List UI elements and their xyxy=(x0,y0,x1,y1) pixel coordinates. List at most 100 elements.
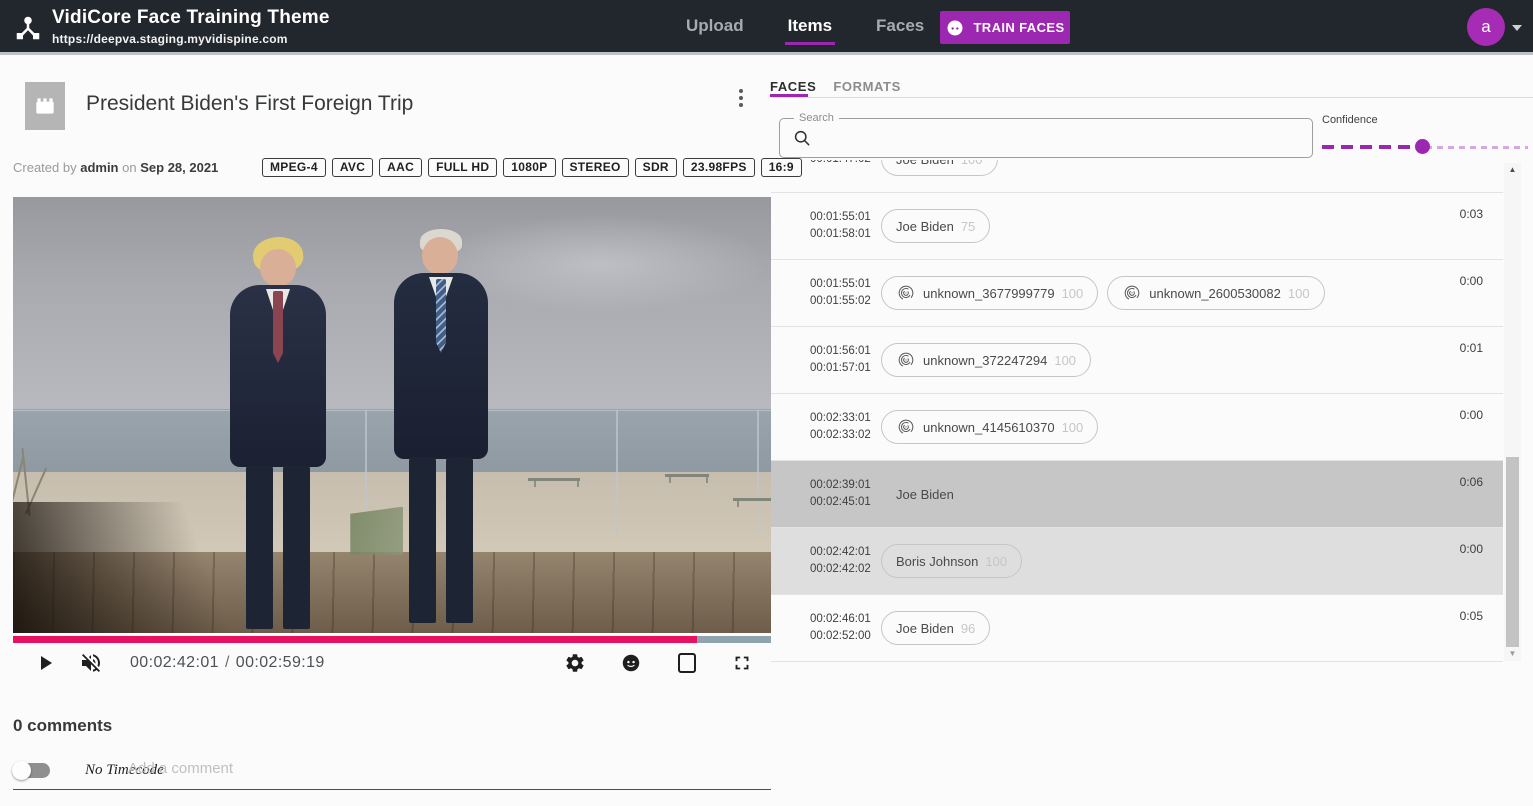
format-badge: STEREO xyxy=(562,158,629,177)
face-detection-row[interactable]: 00:02:39:0100:02:45:01Joe Biden880:06 xyxy=(771,461,1503,527)
fullscreen-button[interactable] xyxy=(725,644,759,682)
mute-button[interactable] xyxy=(74,644,108,682)
face-confidence-score: 75 xyxy=(961,219,975,234)
row-timecodes: 00:01:47:02 xyxy=(810,160,872,168)
list-scrollbar[interactable]: ▲ ▼ xyxy=(1504,163,1521,661)
face-detection-row[interactable]: 00:02:33:0100:02:33:02 unknown_4145610370… xyxy=(771,394,1503,460)
current-time: 00:02:42:01 xyxy=(130,654,219,671)
face-chip[interactable]: unknown_4145610370100 xyxy=(881,410,1098,444)
shadow-overlay xyxy=(13,502,362,633)
video-progress-bar[interactable] xyxy=(13,636,771,643)
face-name: Joe Biden xyxy=(896,219,954,234)
face-confidence-score: 100 xyxy=(961,160,983,167)
face-row-wrap: 00:01:55:0100:01:58:01 Joe Biden 75 0:03 xyxy=(771,193,1503,260)
page-title: President Biden's First Foreign Trip xyxy=(86,92,413,116)
row-duration: 0:00 xyxy=(1460,408,1483,422)
face-name: Joe Biden xyxy=(896,160,954,167)
fullscreen-icon xyxy=(731,652,753,674)
fingerprint-icon xyxy=(896,350,916,370)
app-title: VidiCore Face Training Theme xyxy=(52,7,330,29)
video-player-surface[interactable] xyxy=(13,197,771,633)
face-confidence-score: 100 xyxy=(985,554,1007,569)
face-chips: Joe Biden 100 xyxy=(881,160,998,176)
timecode-out: 00:02:52:00 xyxy=(810,628,872,645)
confidence-slider[interactable] xyxy=(1322,139,1528,155)
tab-faces[interactable]: FACES xyxy=(770,79,816,94)
glass-rail xyxy=(13,410,771,411)
no-timecode-toggle[interactable] xyxy=(14,763,50,778)
face-chip[interactable]: unknown_2600530082100 xyxy=(1107,276,1324,310)
slider-thumb[interactable] xyxy=(1415,139,1430,154)
created-user: admin xyxy=(80,160,118,175)
train-faces-label: TRAIN FACES xyxy=(973,20,1064,35)
face-detection-row[interactable]: 00:02:46:0100:02:52:00Joe Biden960:05 xyxy=(771,595,1503,661)
face-row-wrap: 00:02:39:0100:02:45:01Joe Biden880:06 xyxy=(771,461,1503,528)
search-input[interactable] xyxy=(820,123,1300,153)
total-duration: 00:02:59:19 xyxy=(236,654,325,671)
face-chips: Joe Biden88 xyxy=(881,477,990,511)
bench xyxy=(665,474,709,477)
row-timecodes: 00:01:55:0100:01:58:01 xyxy=(810,209,872,243)
nav-item-faces[interactable]: Faces xyxy=(876,0,924,52)
train-faces-button[interactable]: TRAIN FACES xyxy=(940,11,1070,44)
comments-heading: 0 comments xyxy=(13,716,112,736)
stop-button[interactable] xyxy=(670,644,704,682)
comment-input[interactable] xyxy=(128,760,758,777)
faces-overlay-button[interactable] xyxy=(614,644,648,682)
face-row-wrap: 00:01:56:0100:01:57:01unknown_3722472941… xyxy=(771,327,1503,394)
user-avatar[interactable]: a xyxy=(1467,8,1505,46)
fingerprint-icon xyxy=(896,417,916,437)
face-detection-row[interactable]: 00:01:55:0100:01:58:01 Joe Biden 75 0:03 xyxy=(771,193,1503,259)
face-name: Boris Johnson xyxy=(896,554,978,569)
timecode-in: 00:01:56:01 xyxy=(810,343,872,360)
face-name: unknown_372247294 xyxy=(923,353,1047,368)
face-chip[interactable]: Joe Biden 100 xyxy=(881,160,998,176)
settings-button[interactable] xyxy=(558,644,592,682)
format-badge: MPEG-4 xyxy=(262,158,326,177)
face-chips: Joe Biden96 xyxy=(881,611,990,645)
tab-formats[interactable]: FORMATS xyxy=(833,79,901,94)
face-row-wrap: 00:01:47:02 Joe Biden 100 xyxy=(771,160,1503,193)
face-confidence-score: 100 xyxy=(1288,286,1310,301)
row-duration: 0:01 xyxy=(1460,341,1483,355)
format-badges: MPEG-4AVCAACFULL HD1080PSTEREOSDR23.98FP… xyxy=(262,158,802,177)
scrollbar-track[interactable] xyxy=(1504,177,1521,647)
timecode-in: 00:02:46:01 xyxy=(810,611,872,628)
timecode-out: 00:02:33:02 xyxy=(810,427,872,444)
face-chip[interactable]: unknown_3677999779100 xyxy=(881,276,1098,310)
face-chip[interactable]: Boris Johnson 100 xyxy=(881,544,1022,578)
row-duration: 0:03 xyxy=(1460,207,1483,221)
avatar-dropdown-caret-icon[interactable] xyxy=(1512,25,1522,31)
row-timecodes: 00:02:33:0100:02:33:02 xyxy=(810,410,872,444)
slider-track-filled xyxy=(1322,145,1422,149)
face-search-field[interactable]: Search xyxy=(779,118,1313,158)
row-duration: 0:00 xyxy=(1460,542,1483,556)
gear-icon xyxy=(564,652,586,674)
face-detection-row[interactable]: 00:01:56:0100:01:57:01unknown_3722472941… xyxy=(771,327,1503,393)
row-timecodes: 00:02:42:0100:02:42:02 xyxy=(810,544,872,578)
face-detection-row[interactable]: 00:01:47:02 Joe Biden 100 xyxy=(771,160,1503,192)
nav-item-items[interactable]: Items xyxy=(788,0,832,52)
nav-item-upload[interactable]: Upload xyxy=(686,0,744,52)
face-confidence-score: 96 xyxy=(961,621,975,636)
video-sky xyxy=(13,197,771,415)
face-chip[interactable]: Joe Biden88 xyxy=(881,477,990,511)
format-badge: FULL HD xyxy=(428,158,497,177)
face-detection-row[interactable]: 00:01:55:0100:01:55:02unknown_3677999779… xyxy=(771,260,1503,326)
face-chip[interactable]: Joe Biden 75 xyxy=(881,209,990,243)
created-by-line: Created by admin on Sep 28, 2021 xyxy=(13,160,218,175)
format-badge: AVC xyxy=(332,158,373,177)
play-button[interactable] xyxy=(28,644,62,682)
created-date: Sep 28, 2021 xyxy=(140,160,218,175)
search-icon xyxy=(792,128,812,148)
fingerprint-icon xyxy=(896,283,916,303)
face-chip[interactable]: Joe Biden96 xyxy=(881,611,990,645)
bench xyxy=(733,498,771,501)
scrollbar-up-arrow-icon[interactable]: ▲ xyxy=(1504,163,1521,177)
scrollbar-down-arrow-icon[interactable]: ▼ xyxy=(1504,647,1521,661)
item-menu-kebab-icon[interactable] xyxy=(733,89,749,113)
face-chip[interactable]: unknown_372247294100 xyxy=(881,343,1091,377)
scrollbar-thumb[interactable] xyxy=(1506,457,1519,647)
face-detection-row[interactable]: 00:02:42:0100:02:42:02 Boris Johnson 100 0:… xyxy=(771,528,1503,594)
face-chips: unknown_3677999779100 unknown_26005300821… xyxy=(881,276,1325,310)
